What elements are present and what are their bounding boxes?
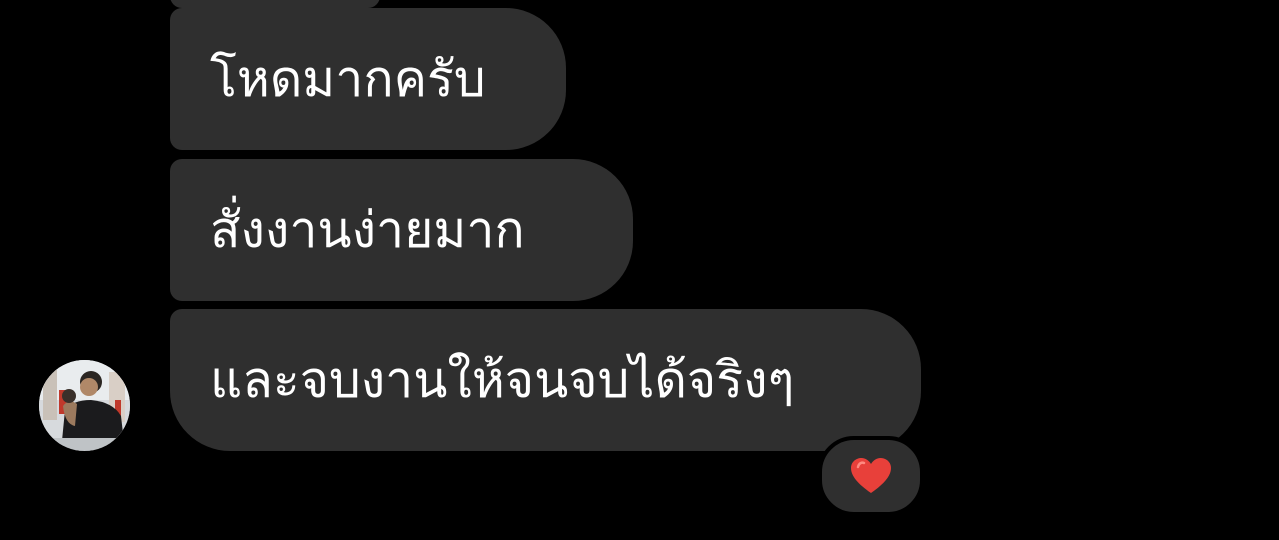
message-bubble[interactable]: และจบงานให้จนจบได้จริงๆ: [170, 309, 921, 451]
previous-message-bubble[interactable]: [170, 0, 380, 8]
avatar[interactable]: [39, 360, 130, 451]
message-text: และจบงานให้จนจบได้จริงๆ: [210, 351, 795, 409]
heart-icon: [851, 458, 891, 493]
reaction-badge[interactable]: [818, 436, 924, 516]
message-bubble[interactable]: สั่งงานง่ายมาก: [170, 159, 633, 301]
message-text: โหดมากครับ: [210, 50, 486, 108]
profile-photo-icon: [39, 360, 130, 451]
message-text: สั่งงานง่ายมาก: [210, 201, 525, 259]
message-bubble[interactable]: โหดมากครับ: [170, 8, 566, 150]
